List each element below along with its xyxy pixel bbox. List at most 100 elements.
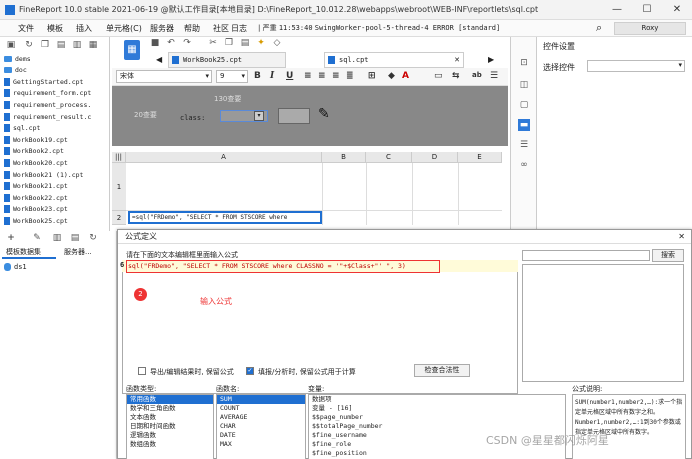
function-type-item[interactable]: 数学和三角函数 bbox=[127, 404, 213, 413]
delete-icon[interactable]: ▥ bbox=[52, 233, 62, 243]
tree-file[interactable]: requirement_form.cpt bbox=[4, 88, 91, 99]
tab-scroll-right-icon[interactable]: ▶ bbox=[488, 55, 494, 64]
font-color-icon[interactable]: A bbox=[402, 71, 409, 81]
function-type-list[interactable]: 常用函数 数学和三角函数 文本函数 日期和时间函数 逻辑函数 数组函数 bbox=[126, 394, 214, 459]
tree-folder[interactable]: dems bbox=[4, 53, 31, 64]
tab-close-icon[interactable]: ✕ bbox=[454, 53, 460, 67]
function-name-item[interactable]: CHAR bbox=[217, 422, 305, 431]
cut-icon[interactable]: ✂ bbox=[208, 38, 218, 48]
undo-icon[interactable]: ↶ bbox=[166, 38, 176, 48]
row-header-2[interactable]: 2 bbox=[112, 211, 126, 225]
bold-button[interactable]: B bbox=[254, 71, 261, 81]
format-brush-icon[interactable]: ✦ bbox=[256, 38, 266, 48]
tree-file[interactable]: WorkBook22.cpt bbox=[4, 192, 68, 203]
function-name-item[interactable]: MAX bbox=[217, 440, 305, 449]
align-left-icon[interactable]: ≡ bbox=[304, 71, 312, 81]
search-icon[interactable]: ⌕ bbox=[596, 21, 602, 35]
keep-formula-export-checkbox[interactable] bbox=[138, 367, 146, 375]
user-badge[interactable]: Roxy bbox=[614, 22, 686, 35]
select-widget-dropdown[interactable]: ▾ bbox=[587, 60, 685, 72]
col-header-c[interactable]: C bbox=[366, 152, 412, 163]
font-family-select[interactable]: 宋体 ▾ bbox=[116, 70, 212, 83]
delete-icon[interactable]: ▤ bbox=[56, 40, 66, 50]
wrap-icon[interactable]: ▭ bbox=[434, 71, 443, 81]
class-dropdown[interactable]: ▾ bbox=[254, 111, 264, 121]
col-header-e[interactable]: E bbox=[458, 152, 502, 163]
edit-pencil-icon[interactable]: ✎ bbox=[318, 106, 330, 122]
tab-server-dataset[interactable]: 服务器... bbox=[60, 247, 114, 259]
tree-file[interactable]: requirement_result.c bbox=[4, 111, 91, 122]
condition-icon[interactable]: ☰ bbox=[518, 139, 530, 151]
variable-item[interactable]: $$totalPage_number bbox=[309, 422, 565, 431]
preview-icon[interactable]: ▤ bbox=[70, 233, 80, 243]
tree-file[interactable]: WorkBook19.cpt bbox=[4, 134, 68, 145]
element-icon[interactable]: ▢ bbox=[518, 99, 530, 111]
text-icon[interactable]: ab bbox=[472, 71, 482, 79]
function-list-box[interactable] bbox=[522, 264, 684, 382]
function-type-item[interactable]: 常用函数 bbox=[127, 395, 213, 404]
paste-icon[interactable]: ▤ bbox=[240, 38, 250, 48]
tab-scroll-left-icon[interactable]: ◀ bbox=[156, 55, 162, 64]
add-icon[interactable]: + bbox=[6, 233, 16, 243]
menu-log[interactable]: 日志 bbox=[231, 23, 247, 34]
merge-icon[interactable]: ⇆ bbox=[452, 71, 460, 81]
variable-item[interactable]: $$page_number bbox=[309, 413, 565, 422]
tree-file[interactable]: WorkBook21.cpt bbox=[4, 181, 68, 192]
cell-attr-icon[interactable]: ⊡ bbox=[518, 57, 530, 69]
style-icon[interactable]: ◫ bbox=[518, 79, 530, 91]
clear-icon[interactable]: ◇ bbox=[272, 38, 282, 48]
variable-tree[interactable]: 数据项 变量 - [16] $$page_number $$totalPage_num… bbox=[308, 394, 566, 459]
tree-file[interactable]: requirement_process. bbox=[4, 99, 91, 110]
lock-icon[interactable]: ▥ bbox=[72, 40, 82, 50]
minimize-button[interactable]: — bbox=[602, 0, 632, 20]
menu-cell[interactable]: 单元格(C) bbox=[106, 23, 142, 34]
tree-file[interactable]: WorkBook25.cpt bbox=[4, 215, 68, 226]
new-folder-icon[interactable]: ▣ bbox=[6, 40, 16, 50]
formula-text[interactable]: sql("FRDemo", "SELECT * FROM STSCORE whe… bbox=[128, 262, 406, 270]
col-header-b[interactable]: B bbox=[322, 152, 366, 163]
keep-formula-fill-checkbox[interactable]: ✓ bbox=[246, 367, 254, 375]
cell-tool-button[interactable]: ▦ bbox=[124, 40, 140, 60]
italic-button[interactable]: I bbox=[270, 71, 274, 81]
refresh-icon[interactable]: ↻ bbox=[88, 233, 98, 243]
function-type-item[interactable]: 文本函数 bbox=[127, 413, 213, 422]
menu-template[interactable]: 模板 bbox=[47, 23, 63, 34]
tab-sql[interactable]: sql.cpt ✕ bbox=[324, 52, 464, 68]
tab-template-dataset[interactable]: 模板数据集 bbox=[2, 247, 56, 259]
function-name-item[interactable]: AVERAGE bbox=[217, 413, 305, 422]
menu-server[interactable]: 服务器 bbox=[150, 23, 174, 34]
variable-item[interactable]: 数据项 bbox=[309, 395, 565, 404]
tree-file[interactable]: WorkBook2.cpt bbox=[4, 146, 64, 157]
col-header-a[interactable]: A bbox=[126, 152, 322, 163]
function-name-list[interactable]: SUM COUNT AVERAGE CHAR DATE MAX bbox=[216, 394, 306, 459]
function-name-item[interactable]: COUNT bbox=[217, 404, 305, 413]
row-header-1[interactable]: 1 bbox=[112, 163, 126, 211]
function-type-item[interactable]: 数组函数 bbox=[127, 440, 213, 449]
refresh-icon[interactable]: ↻ bbox=[24, 40, 34, 50]
function-search-input[interactable] bbox=[522, 250, 650, 261]
function-type-item[interactable]: 逻辑函数 bbox=[127, 431, 213, 440]
underline-button[interactable]: U bbox=[286, 71, 293, 81]
maximize-button[interactable]: ☐ bbox=[632, 0, 662, 20]
copy-icon[interactable]: ❐ bbox=[40, 40, 50, 50]
edit-icon[interactable]: ✎ bbox=[32, 233, 42, 243]
justify-icon[interactable]: ≣ bbox=[346, 71, 354, 81]
tree-file[interactable]: WorkBook20.cpt bbox=[4, 157, 68, 168]
query-button[interactable] bbox=[278, 108, 310, 124]
copy-icon[interactable]: ❐ bbox=[224, 38, 234, 48]
tree-file[interactable]: WorkBook23.cpt bbox=[4, 204, 68, 215]
menu-file[interactable]: 文件 bbox=[18, 23, 34, 34]
close-button[interactable]: ✕ bbox=[662, 0, 692, 20]
function-name-item[interactable]: SUM bbox=[217, 395, 305, 404]
search-button[interactable]: 搜索 bbox=[652, 249, 684, 262]
tree-file[interactable]: WorkBook21 (1).cpt bbox=[4, 169, 83, 180]
redo-icon[interactable]: ↷ bbox=[182, 38, 192, 48]
menu-insert[interactable]: 插入 bbox=[76, 23, 92, 34]
more-icon[interactable]: ▦ bbox=[88, 40, 98, 50]
dialog-close-button[interactable]: ✕ bbox=[678, 230, 685, 244]
variable-item[interactable]: 变量 - [16] bbox=[309, 404, 565, 413]
save-icon[interactable]: ■ bbox=[150, 38, 160, 48]
dataset-item-ds1[interactable]: ds1 bbox=[4, 262, 27, 272]
tab-workbook25[interactable]: WorkBook25.cpt bbox=[168, 52, 286, 68]
menu-help[interactable]: 帮助 bbox=[184, 23, 200, 34]
